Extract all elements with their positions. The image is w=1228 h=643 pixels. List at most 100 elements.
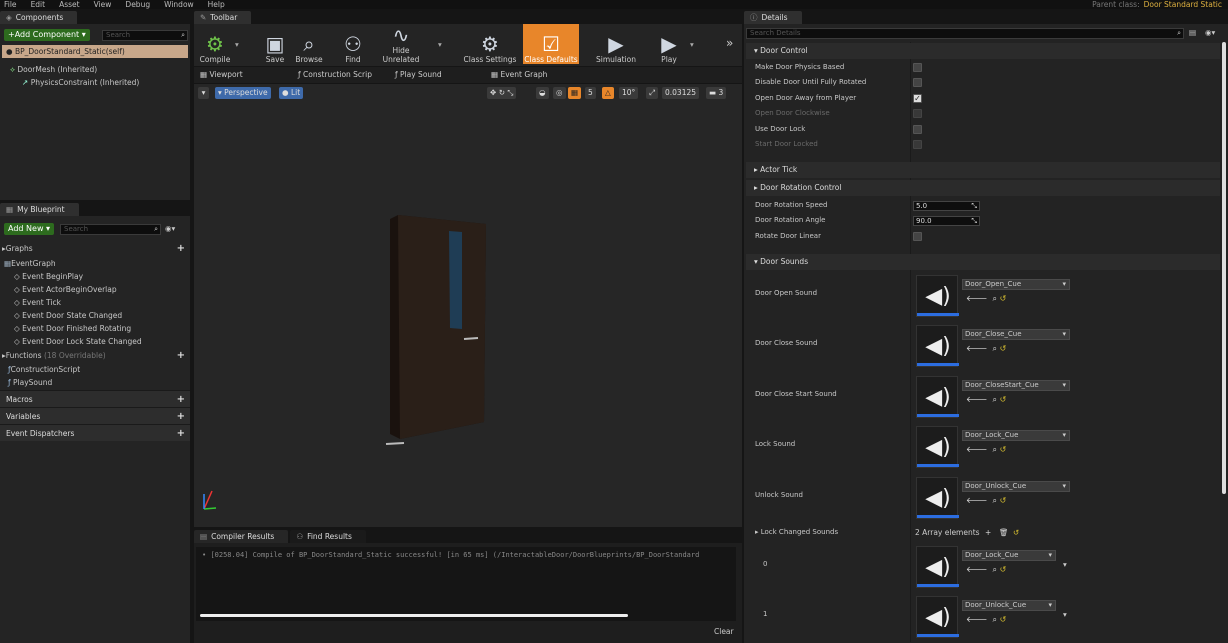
scale-snap-icon[interactable]: ⤢ [646,87,658,99]
menu-file[interactable]: File [4,0,17,9]
sound-cue-dropdown[interactable]: Door_Open_Cue ▾ [962,279,1070,290]
functions-header[interactable]: ▸Functions (18 Overridable) + [2,349,190,362]
log-scrollbar[interactable] [200,614,628,617]
browse-button[interactable]: ⌕ Browse [294,24,324,64]
start-locked-checkbox[interactable] [913,140,922,149]
use-selected-icon[interactable]: 🡐 [966,496,987,505]
list-item[interactable]: ƒ PlaySound [8,376,80,389]
play-options-icon[interactable]: ▾ [690,40,694,49]
component-self[interactable]: ● BP_DoorStandard_Static(self) [2,45,188,58]
reset-to-default-icon[interactable]: ↺ [1000,615,1007,624]
sound-cue-dropdown[interactable]: Door_Close_Cue ▾ [962,329,1070,340]
browse-icon[interactable]: ⌕ [993,496,997,505]
class-defaults-button[interactable]: ☑ Class Defaults [523,24,579,64]
component-physics-constraint[interactable]: ↗ PhysicsConstraint (Inherited) [22,76,139,89]
viewport-options-icon[interactable]: ▾ [198,87,209,99]
rotation-snap-value[interactable]: 10° [619,87,639,99]
browse-icon[interactable]: ⌕ [993,445,997,454]
viewport[interactable] [194,84,742,527]
element-options-icon[interactable]: ▾ [1063,610,1067,619]
use-selected-icon[interactable]: 🡐 [966,344,987,353]
play-button[interactable]: ▶ Play [653,24,685,64]
reset-to-default-icon[interactable]: ↺ [1000,294,1007,303]
sound-cue-dropdown[interactable]: Door_Lock_Cue ▾ [962,430,1070,441]
reset-to-default-icon[interactable]: ↺ [1000,565,1007,574]
sound-cue-dropdown[interactable]: Door_Lock_Cue ▾ [962,550,1056,561]
rotation-speed-input[interactable]: 5.0 ⤡ [913,201,980,211]
sound-cue-dropdown[interactable]: Door_Unlock_Cue ▾ [962,481,1070,492]
perspective-button[interactable]: ▾ Perspective [215,87,271,99]
reset-to-default-icon[interactable]: ↺ [1013,525,1019,540]
add-macro-icon[interactable]: + [177,391,185,408]
view-options-icon[interactable]: ◉▾ [1205,28,1215,37]
tab-toolbar[interactable]: ✎ Toolbar [194,11,252,24]
component-doormesh[interactable]: ⟡ DoorMesh (Inherited) [10,63,97,76]
rotation-snap-icon[interactable]: △ [602,87,614,99]
add-variable-icon[interactable]: + [177,408,185,425]
menu-edit[interactable]: Edit [31,0,46,9]
tab-compiler-results[interactable]: ▤ Compiler Results [194,530,289,543]
sound-thumbnail[interactable]: ◀) [916,275,959,317]
category-actor-tick[interactable]: ▸ Actor Tick [746,162,1220,178]
list-item[interactable]: ◇ Event BeginPlay [14,270,142,283]
browse-icon[interactable]: ⌕ [993,565,997,574]
transform-tools[interactable]: ✥ ↻ ⤡ [487,87,517,99]
parent-class-link[interactable]: Door Standard Static [1144,0,1222,9]
use-selected-icon[interactable]: 🡐 [966,445,987,454]
menu-view[interactable]: View [94,0,112,9]
hide-unrelated-options-icon[interactable]: ▾ [438,40,442,49]
list-item[interactable]: ◇ Event ActorBeginOverlap [14,283,142,296]
components-search-input[interactable]: Search ⌕ [102,30,188,41]
category-door-sounds[interactable]: ▾ Door Sounds [746,254,1220,270]
details-search-input[interactable]: Search Details ⌕ [746,28,1184,39]
hide-unrelated-button[interactable]: ∿ Hide Unrelated [374,24,428,64]
add-new-button[interactable]: Add New ▾ [4,223,55,235]
find-button[interactable]: ⚇ Find [340,24,366,64]
category-rotation-control[interactable]: ▸ Door Rotation Control [746,180,1220,196]
menu-window[interactable]: Window [164,0,194,9]
property-matrix-icon[interactable]: ▤ [1189,28,1196,37]
macros-header[interactable]: Macros + [0,390,190,407]
reset-to-default-icon[interactable]: ↺ [1000,445,1007,454]
disable-until-rotated-checkbox[interactable] [913,78,922,87]
reset-to-default-icon[interactable]: ↺ [1000,395,1007,404]
browse-icon[interactable]: ⌕ [993,395,997,404]
clear-button[interactable]: Clear [714,627,734,636]
use-selected-icon[interactable]: 🡐 [966,565,987,574]
compile-options-icon[interactable]: ▾ [235,40,239,49]
use-selected-icon[interactable]: 🡐 [966,395,987,404]
dispatchers-header[interactable]: Event Dispatchers + [0,424,190,441]
tab-construction-script[interactable]: ƒ Construction Scrip [298,68,372,82]
lit-button[interactable]: ● Lit [279,87,304,99]
use-selected-icon[interactable]: 🡐 [966,294,987,303]
category-door-control[interactable]: ▾ Door Control [746,43,1220,59]
scale-snap-value[interactable]: 0.03125 [662,87,700,99]
menu-asset[interactable]: Asset [59,0,80,9]
tab-my-blueprint[interactable]: ▦ My Blueprint [0,203,79,216]
sound-thumbnail[interactable]: ◀) [916,596,959,638]
sound-thumbnail[interactable]: ◀) [916,546,959,588]
rotation-angle-input[interactable]: 90.0 ⤡ [913,216,980,226]
browse-icon[interactable]: ⌕ [993,294,997,303]
graphs-header[interactable]: ▸Graphs + [2,242,190,255]
sound-thumbnail[interactable]: ◀) [916,477,959,519]
world-local-icon[interactable]: ◎ [553,87,566,99]
variables-header[interactable]: Variables + [0,407,190,424]
reset-to-default-icon[interactable]: ↺ [1000,496,1007,505]
simulation-button[interactable]: ▶ Simulation [594,24,638,64]
sound-thumbnail[interactable]: ◀) [916,426,959,468]
add-element-icon[interactable]: + [985,525,991,540]
view-options-icon[interactable]: ◉▾ [165,224,175,233]
add-function-icon[interactable]: + [177,349,185,362]
tab-components[interactable]: ◈ Components [0,11,78,24]
open-away-checkbox[interactable]: ✓ [913,94,922,103]
camera-speed[interactable]: ▬ 3 [706,87,727,99]
list-item[interactable]: ◇ Event Door Finished Rotating [14,322,142,335]
element-options-icon[interactable]: ▾ [1063,560,1067,569]
list-item[interactable]: ◇ Event Door Lock State Changed [14,335,142,348]
physics-based-checkbox[interactable] [913,63,922,72]
use-selected-icon[interactable]: 🡐 [966,615,987,624]
list-item[interactable]: ◇ Event Door State Changed [14,309,142,322]
tab-viewport[interactable]: ▦ Viewport [200,68,243,82]
list-item[interactable]: ◇ Event Tick [14,296,142,309]
